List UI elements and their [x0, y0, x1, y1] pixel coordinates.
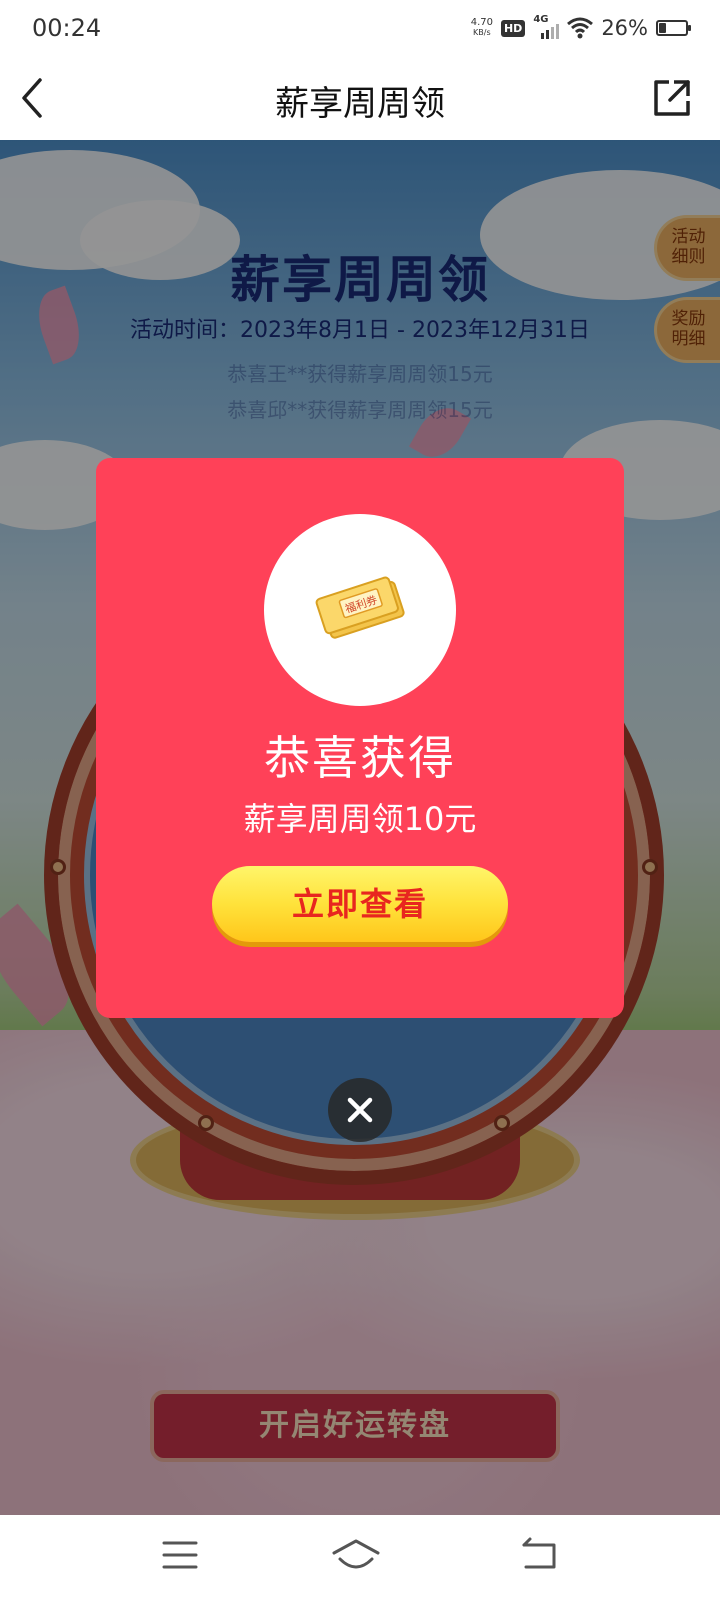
view-now-button[interactable]: 立即查看	[212, 866, 508, 942]
back-icon	[522, 1537, 556, 1569]
status-indicators: 4.70 KB/s HD 4G 26%	[471, 14, 691, 40]
battery-percent: 26%	[601, 16, 648, 40]
prize-dialog: 福利券 恭喜获得 薪享周周领10元 立即查看	[96, 458, 624, 1018]
prize-name: 薪享周周领10元	[243, 800, 477, 838]
title-bar: 薪享周周领	[0, 58, 720, 140]
battery-icon	[656, 20, 691, 36]
status-bar: 00:24 4.70 KB/s HD 4G 26%	[0, 0, 720, 58]
coupon-icon: 福利券	[315, 576, 405, 639]
page-title: 薪享周周领	[275, 84, 445, 124]
home-button[interactable]	[328, 1535, 380, 1575]
share-button[interactable]	[652, 78, 692, 118]
system-nav-bar	[0, 1515, 720, 1600]
menu-button[interactable]	[156, 1535, 204, 1575]
home-icon	[332, 1539, 380, 1569]
hd-badge: HD	[500, 19, 526, 37]
menu-icon	[162, 1541, 198, 1569]
back-nav-button[interactable]	[516, 1535, 564, 1575]
network-speed-value: 4.70	[470, 17, 493, 28]
close-icon	[347, 1097, 373, 1123]
network-speed-unit: KB/s	[473, 28, 491, 37]
close-dialog-button[interactable]	[328, 1078, 392, 1142]
share-external-icon	[654, 80, 690, 116]
dialog-title: 恭喜获得	[264, 731, 456, 785]
wifi-icon	[567, 17, 594, 39]
cellular-signal-icon: 4G	[533, 14, 560, 39]
app-screen: 00:24 4.70 KB/s HD 4G 26% 薪享周周领 薪享周周领 活动…	[0, 0, 720, 1600]
prize-image-circle: 福利券	[264, 514, 456, 706]
network-speed: 4.70 KB/s	[471, 18, 493, 38]
battery-fill	[659, 23, 666, 33]
status-time: 00:24	[32, 14, 102, 42]
